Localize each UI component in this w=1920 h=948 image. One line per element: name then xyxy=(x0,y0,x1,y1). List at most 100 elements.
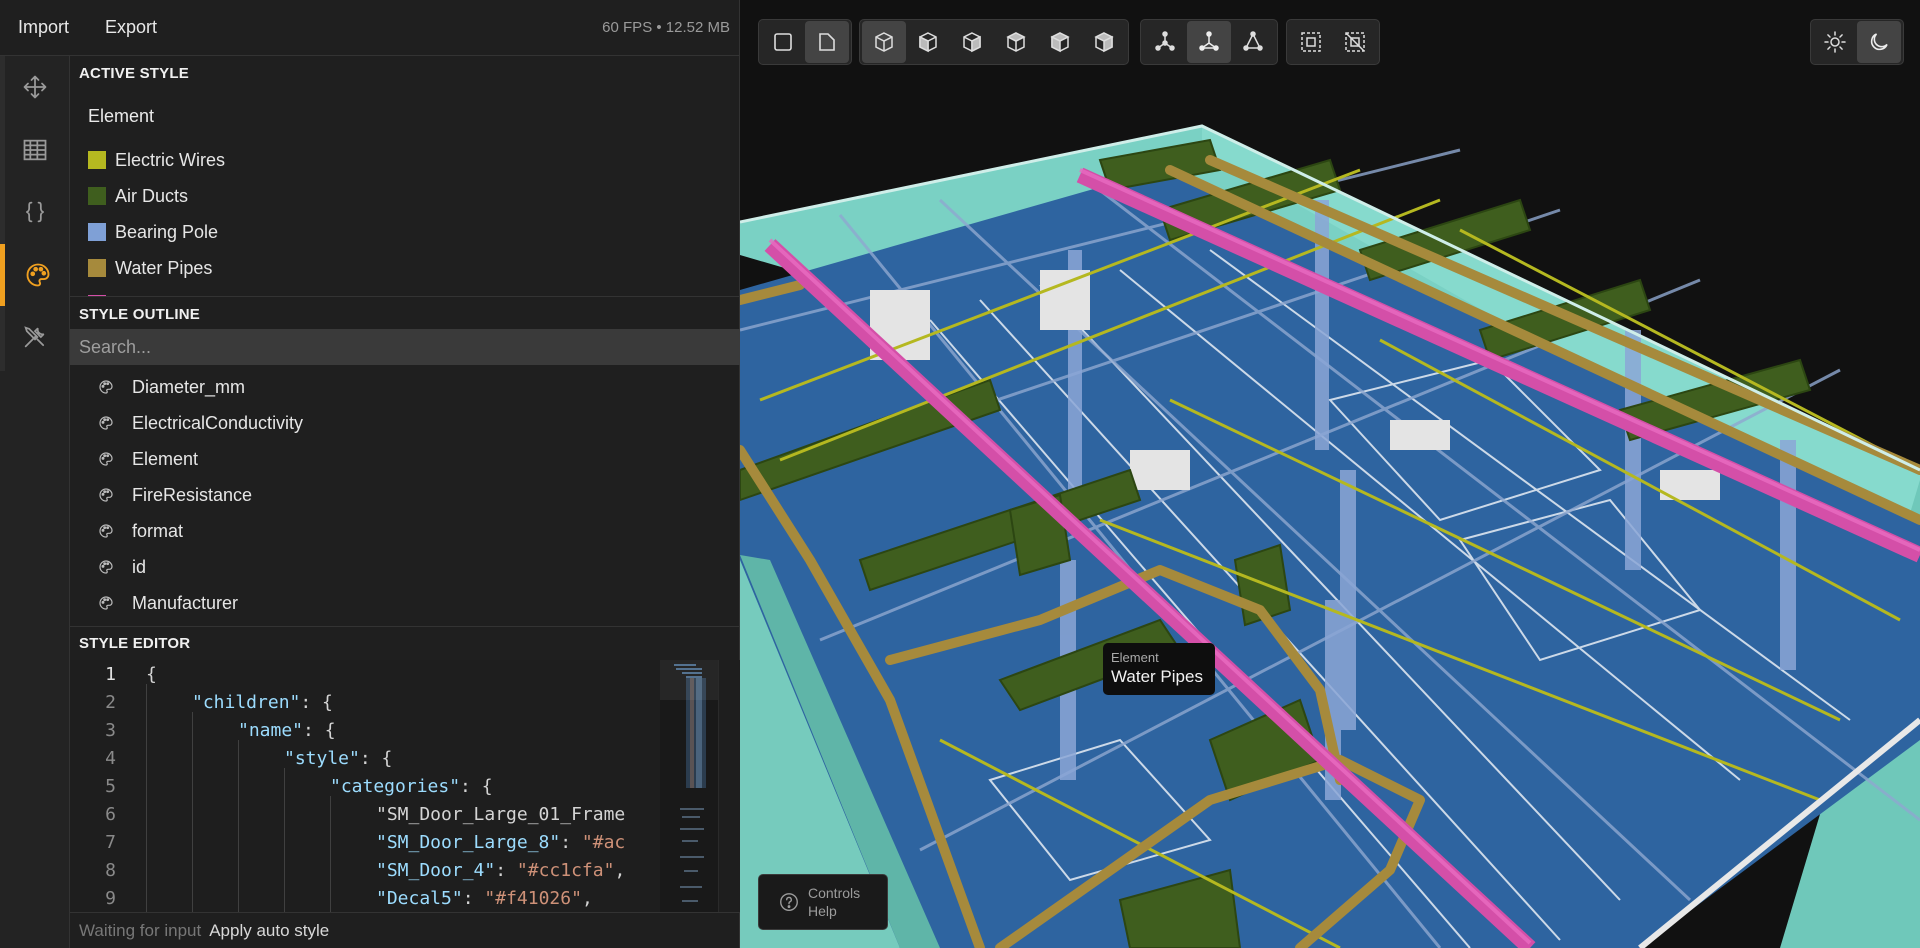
palette-icon xyxy=(99,560,113,574)
code-line: 8 "SM_Door_4": "#cc1cfa", xyxy=(70,856,660,884)
active-style-heading: Element xyxy=(88,106,155,126)
legend-item[interactable]: Bearing Pole xyxy=(88,214,276,250)
legend-label: Bearing Pole xyxy=(115,221,219,242)
view-right-button[interactable] xyxy=(950,21,994,63)
palette-icon xyxy=(99,596,113,610)
tooltip-category: Element xyxy=(1111,650,1159,665)
view-preset-group xyxy=(859,19,1129,65)
legend-item[interactable]: Water Pipes xyxy=(88,250,276,286)
navigate-pan-button[interactable] xyxy=(1231,21,1275,63)
rail-tools-button[interactable] xyxy=(0,306,70,368)
ortho-camera-button[interactable] xyxy=(761,21,805,63)
style-outline-title: STYLE OUTLINE xyxy=(79,306,200,323)
line-number: 2 xyxy=(105,691,116,713)
style-editor-title: STYLE EDITOR xyxy=(79,635,191,652)
3d-viewport[interactable]: Element Water Pipes Controls Help xyxy=(740,0,1920,948)
indent-guide xyxy=(330,796,331,913)
outline-item[interactable]: Diameter_mm xyxy=(70,369,740,405)
top-menu-bar: Import Export 60 FPS • 12.52 MB xyxy=(0,0,740,56)
editor-scrollbar[interactable] xyxy=(718,660,740,913)
navigate-fly-icon xyxy=(1199,31,1219,51)
code-text: "SM_Door_Large_8": "#ac xyxy=(376,831,626,853)
view-iso-button[interactable] xyxy=(862,21,906,63)
building-model-render[interactable] xyxy=(740,0,1920,948)
theme-group xyxy=(1810,19,1904,65)
indent-guide xyxy=(238,740,239,913)
navigate-orbit-button[interactable] xyxy=(1143,21,1187,63)
view-iso-icon xyxy=(875,32,893,52)
deselect-box-icon xyxy=(1345,32,1365,52)
rail-style-button[interactable] xyxy=(0,244,70,306)
hover-tooltip: Element Water Pipes xyxy=(1103,643,1215,695)
legend-item[interactable]: Air Ducts xyxy=(88,178,276,214)
apply-auto-style-button[interactable]: Apply auto style xyxy=(209,921,329,941)
perspective-camera-button[interactable] xyxy=(805,21,849,63)
navigate-fly-button[interactable] xyxy=(1187,21,1231,63)
legend-item[interactable]: Electric Wires xyxy=(88,142,276,178)
panel-content: ACTIVE STYLE Element Electric Wires Air D… xyxy=(70,56,740,948)
rail-move-button[interactable] xyxy=(0,56,70,118)
outline-item[interactable]: ElectricalConductivity xyxy=(70,405,740,441)
table-icon xyxy=(23,139,47,161)
deselect-box-button[interactable] xyxy=(1333,21,1377,63)
performance-stats: 60 FPS • 12.52 MB xyxy=(602,19,730,36)
select-box-button[interactable] xyxy=(1289,21,1333,63)
view-back-button[interactable] xyxy=(994,21,1038,63)
style-legend: Electric Wires Air Ducts Bearing Pole Water… xyxy=(88,142,276,296)
view-top-button[interactable] xyxy=(1082,21,1126,63)
code-line: 1{ xyxy=(70,660,660,688)
help-circle-icon xyxy=(780,893,798,911)
code-line: 2 "children": { xyxy=(70,688,660,716)
palette-icon xyxy=(99,380,113,394)
active-style-section: ACTIVE STYLE Element Electric Wires Air D… xyxy=(70,56,740,296)
dark-theme-button[interactable] xyxy=(1857,21,1901,63)
code-text: { xyxy=(146,663,157,685)
line-number: 8 xyxy=(105,859,116,881)
rail-json-button[interactable] xyxy=(0,181,70,243)
line-number: 4 xyxy=(105,747,116,769)
app-window: Import Export 60 FPS • 12.52 MB ACTIVE S… xyxy=(0,0,1920,948)
minimap-preview xyxy=(660,660,718,902)
outline-item[interactable]: id xyxy=(70,549,740,585)
dark-theme-icon xyxy=(1870,33,1888,51)
palette-icon xyxy=(99,416,113,430)
line-number: 6 xyxy=(105,803,116,825)
tool-rail xyxy=(0,56,70,948)
color-swatch xyxy=(88,259,106,277)
perspective-camera-icon xyxy=(819,33,835,51)
editor-minimap[interactable] xyxy=(660,660,718,913)
rail-table-button[interactable] xyxy=(0,119,70,181)
controls-help-button[interactable]: Controls Help xyxy=(758,874,888,930)
outline-item[interactable]: Element xyxy=(70,441,740,477)
code-text: "children": { xyxy=(192,691,333,713)
status-bar: Waiting for input Apply auto style xyxy=(70,912,740,948)
active-style-title: ACTIVE STYLE xyxy=(79,65,189,82)
select-box-icon xyxy=(1301,32,1321,52)
view-left-button[interactable] xyxy=(1038,21,1082,63)
light-theme-button[interactable] xyxy=(1813,21,1857,63)
outline-item[interactable]: Manufacturer xyxy=(70,585,740,621)
import-button[interactable]: Import xyxy=(0,0,87,56)
legend-item[interactable]: Roof - Metal Rafters xyxy=(88,286,276,296)
indent-guide xyxy=(284,768,285,913)
help-line-2: Help xyxy=(808,903,837,919)
view-left-icon xyxy=(1050,32,1070,53)
outline-item[interactable]: format xyxy=(70,513,740,549)
outline-search-input[interactable] xyxy=(70,329,740,365)
code-editor[interactable]: 1{2 "children": {3 "name": {4 "style": {5 "c… xyxy=(70,660,740,913)
left-panel: Import Export 60 FPS • 12.52 MB ACTIVE S… xyxy=(0,0,740,948)
ortho-camera-icon xyxy=(774,33,792,51)
code-line: 7 "SM_Door_Large_8": "#ac xyxy=(70,828,660,856)
code-text: "style": { xyxy=(284,747,393,769)
export-button[interactable]: Export xyxy=(87,0,175,56)
outline-list: Diameter_mm ElectricalConductivity Element… xyxy=(70,369,740,621)
outline-item-label: Element xyxy=(132,448,199,469)
legend-label: Water Pipes xyxy=(115,257,213,278)
view-front-button[interactable] xyxy=(906,21,950,63)
help-line-1: Controls xyxy=(808,885,861,901)
code-line: 6 "SM_Door_Large_01_Frame xyxy=(70,800,660,828)
outline-item-label: ElectricalConductivity xyxy=(132,412,304,433)
legend-label: Air Ducts xyxy=(115,185,189,206)
palette-icon xyxy=(99,452,113,466)
outline-item[interactable]: FireResistance xyxy=(70,477,740,513)
